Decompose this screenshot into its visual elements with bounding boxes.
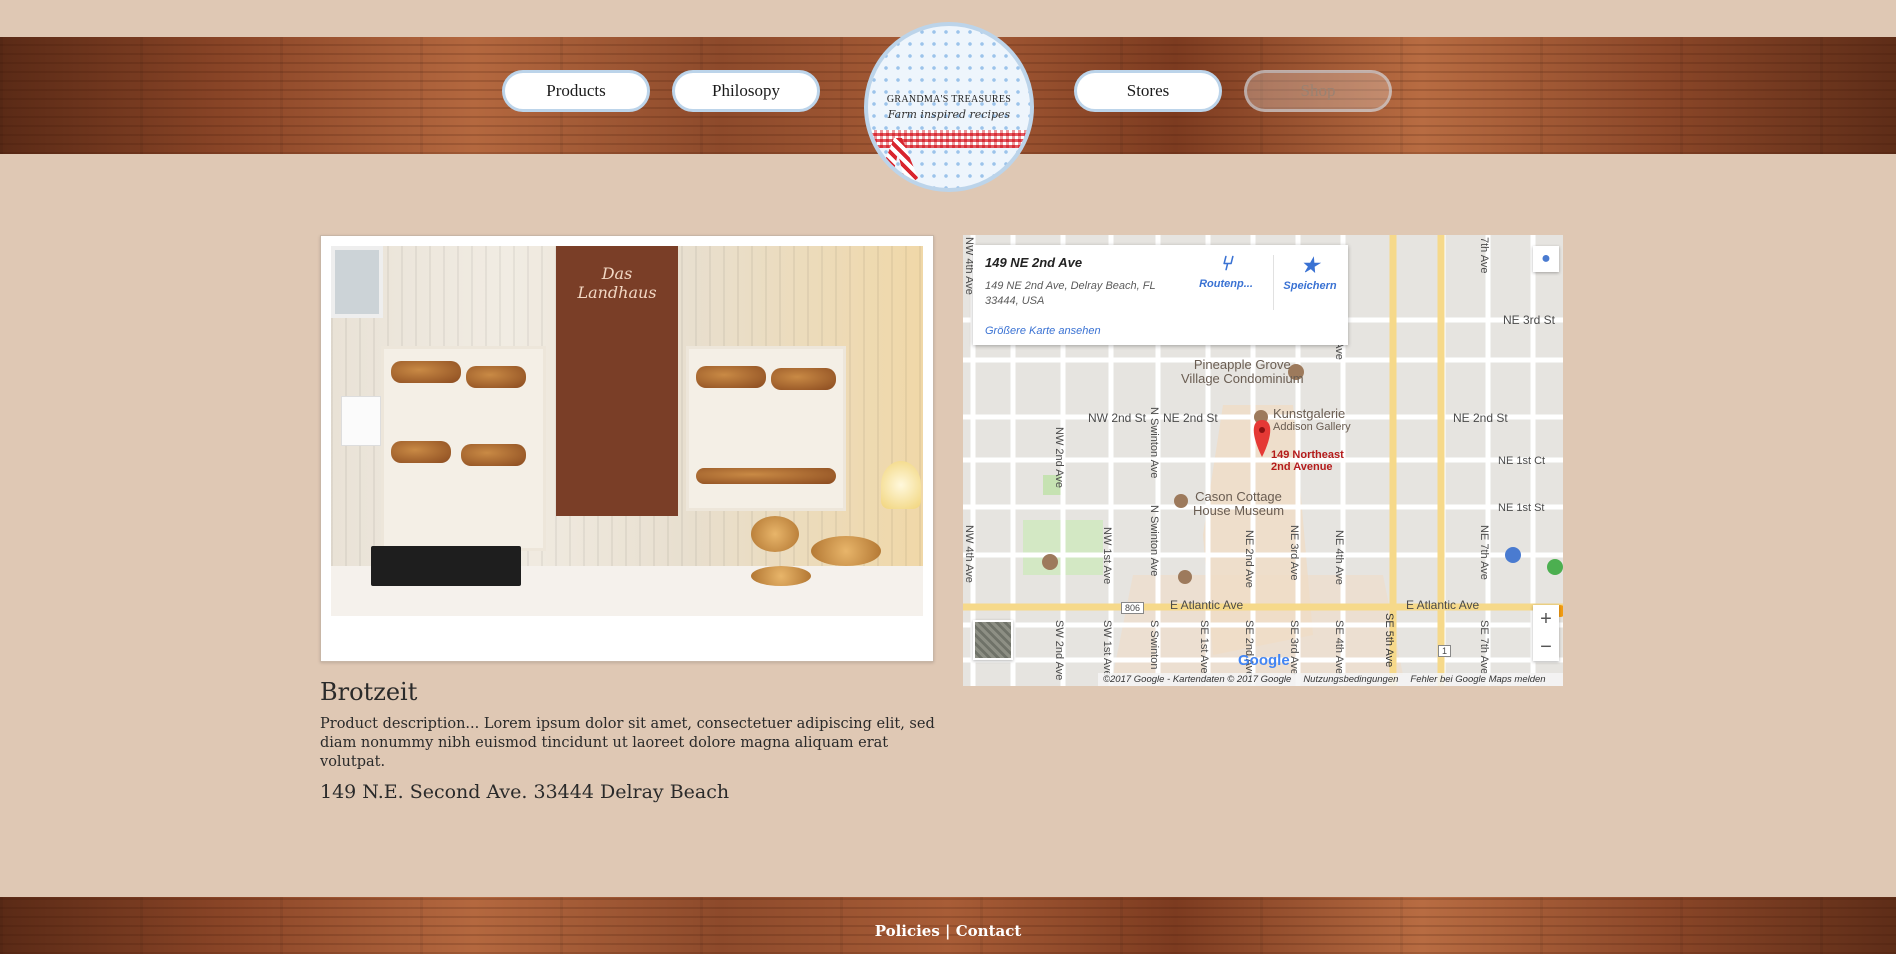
photo-register <box>371 546 521 586</box>
map-terms-link[interactable]: Nutzungsbedingungen <box>1303 674 1398 685</box>
map-label-nw2nd-ave: NW 2nd Ave <box>1053 427 1065 488</box>
map-label-sw2nd-ave: SW 2nd Ave <box>1053 620 1065 681</box>
map-label-se4th-ave: SE 4th Ave <box>1333 620 1345 675</box>
map-label-ne1st-ct: NE 1st Ct <box>1498 455 1546 467</box>
site-logo[interactable]: GRANDMA'S TREASURES Farm inspired recipe… <box>864 22 1034 192</box>
footer-separator: | <box>945 922 951 940</box>
product-photo: Das Landhaus <box>331 246 923 616</box>
directions-label: Routenp... <box>1199 278 1253 290</box>
map-label-sw1st-ave: SW 1st Ave <box>1101 620 1113 677</box>
map-label-n-swinton-b: N Swinton Ave <box>1148 505 1160 577</box>
zoom-control: + − <box>1533 605 1559 661</box>
map-label-nw4th-ave-b: NW 4th Ave <box>963 525 975 583</box>
map-label-kunstgalerie: Kunstgalerie <box>1273 406 1346 421</box>
info-address: 149 NE 2nd Ave, Delray Beach, FL 33444, … <box>985 280 1156 307</box>
map-label-ne3rd-st: NE 3rd St <box>1503 313 1556 327</box>
satellite-toggle[interactable] <box>973 620 1013 660</box>
photo-board-text: Das Landhaus <box>577 264 657 302</box>
product-address: 149 N.E. Second Ave. 33444 Delray Beach <box>320 781 730 803</box>
logo-subtitle: Farm inspired recipes <box>887 108 1011 121</box>
map-label-pineapple: Pineapple Grove Village Condominium <box>1181 357 1304 386</box>
photo-sign <box>341 396 381 446</box>
map-label-marker: 149 Northeast 2nd Avenue <box>1271 449 1344 473</box>
product-title: Brotzeit <box>320 678 418 706</box>
star-icon: ★ <box>1301 255 1319 277</box>
google-logo: Google <box>1238 652 1290 669</box>
map-label-route-1: 1 <box>1438 645 1452 657</box>
map-label-cason: Cason Cottage House Museum <box>1193 489 1285 518</box>
map-label-ne2nd-st-a: NE 2nd St <box>1163 411 1218 425</box>
google-map[interactable]: Pineapple Grove Village Condominium Kuns… <box>963 235 1563 686</box>
map-label-nw2nd-st: NW 2nd St <box>1088 411 1147 425</box>
map-label-se3rd-ave: SE 3rd Ave <box>1288 620 1300 675</box>
map-label-7th-ave: 7th Ave <box>1478 237 1490 274</box>
footer-links: Policies | Contact <box>0 922 1896 940</box>
map-label-s-swinton: S Swinton <box>1148 620 1160 670</box>
map-report-link[interactable]: Fehler bei Google Maps melden <box>1410 674 1545 685</box>
nav-philosophy-button[interactable]: Philosopy <box>672 70 820 112</box>
map-info-window: 149 NE 2nd Ave 149 NE 2nd Ave, Delray Be… <box>973 245 1348 345</box>
map-attribution: ©2017 Google - Kartendaten © 2017 Google… <box>1098 673 1563 686</box>
map-label-ne1st-st: NE 1st St <box>1498 502 1545 514</box>
save-label: Speichern <box>1283 280 1337 292</box>
info-divider <box>1273 255 1274 310</box>
product-description: Product description... Lorem ipsum dolor… <box>320 716 935 770</box>
map-label-se7th-ave: SE 7th Ave <box>1478 620 1490 675</box>
map-label-addison: Addison Gallery <box>1273 421 1351 433</box>
directions-icon: ⑂ <box>1220 253 1232 275</box>
save-button[interactable]: ★ Speichern <box>1275 253 1345 292</box>
map-label-ne4th-ave-b: NE 4th Ave <box>1333 530 1345 585</box>
map-label-ne2nd-ave: NE 2nd Ave <box>1243 530 1255 588</box>
pegman-icon[interactable]: ● <box>1533 246 1559 272</box>
logo-title: GRANDMA'S TREASURES <box>886 94 1012 105</box>
contact-link[interactable]: Contact <box>956 922 1022 940</box>
map-label-ne2nd-st-b: NE 2nd St <box>1453 411 1508 425</box>
map-label-ne3rd-ave: NE 3rd Ave <box>1288 525 1300 581</box>
nav-products-button[interactable]: Products <box>502 70 650 112</box>
zoom-out-button[interactable]: − <box>1533 633 1559 661</box>
map-label-n-swinton-a: N Swinton Ave <box>1148 407 1160 479</box>
zoom-in-button[interactable]: + <box>1533 605 1559 633</box>
nav-stores-button[interactable]: Stores <box>1074 70 1222 112</box>
policies-link[interactable]: Policies <box>875 922 940 940</box>
map-label-e-atlantic-b: E Atlantic Ave <box>1406 598 1480 612</box>
map-label-route-806: 806 <box>1121 602 1145 614</box>
nav-shop-button[interactable]: Shop <box>1244 70 1392 112</box>
map-label-ne7th-ave: NE 7th Ave <box>1478 525 1490 580</box>
photo-lamp <box>881 461 921 509</box>
map-label-se1st-ave: SE 1st Ave <box>1198 620 1210 674</box>
product-card: Das Landhaus <box>320 235 934 662</box>
larger-map-link[interactable]: Größere Karte ansehen <box>985 325 1101 337</box>
photo-window <box>331 246 383 318</box>
directions-button[interactable]: ⑂ Routenp... <box>1191 253 1261 290</box>
map-label-se5th-ave: SE 5th Ave <box>1383 613 1395 668</box>
map-copyright: ©2017 Google - Kartendaten © 2017 Google <box>1103 674 1292 685</box>
info-title: 149 NE 2nd Ave <box>985 255 1083 270</box>
map-label-nw1st-ave: NW 1st Ave <box>1101 527 1113 585</box>
map-label-e-atlantic-a: E Atlantic Ave <box>1170 598 1244 612</box>
